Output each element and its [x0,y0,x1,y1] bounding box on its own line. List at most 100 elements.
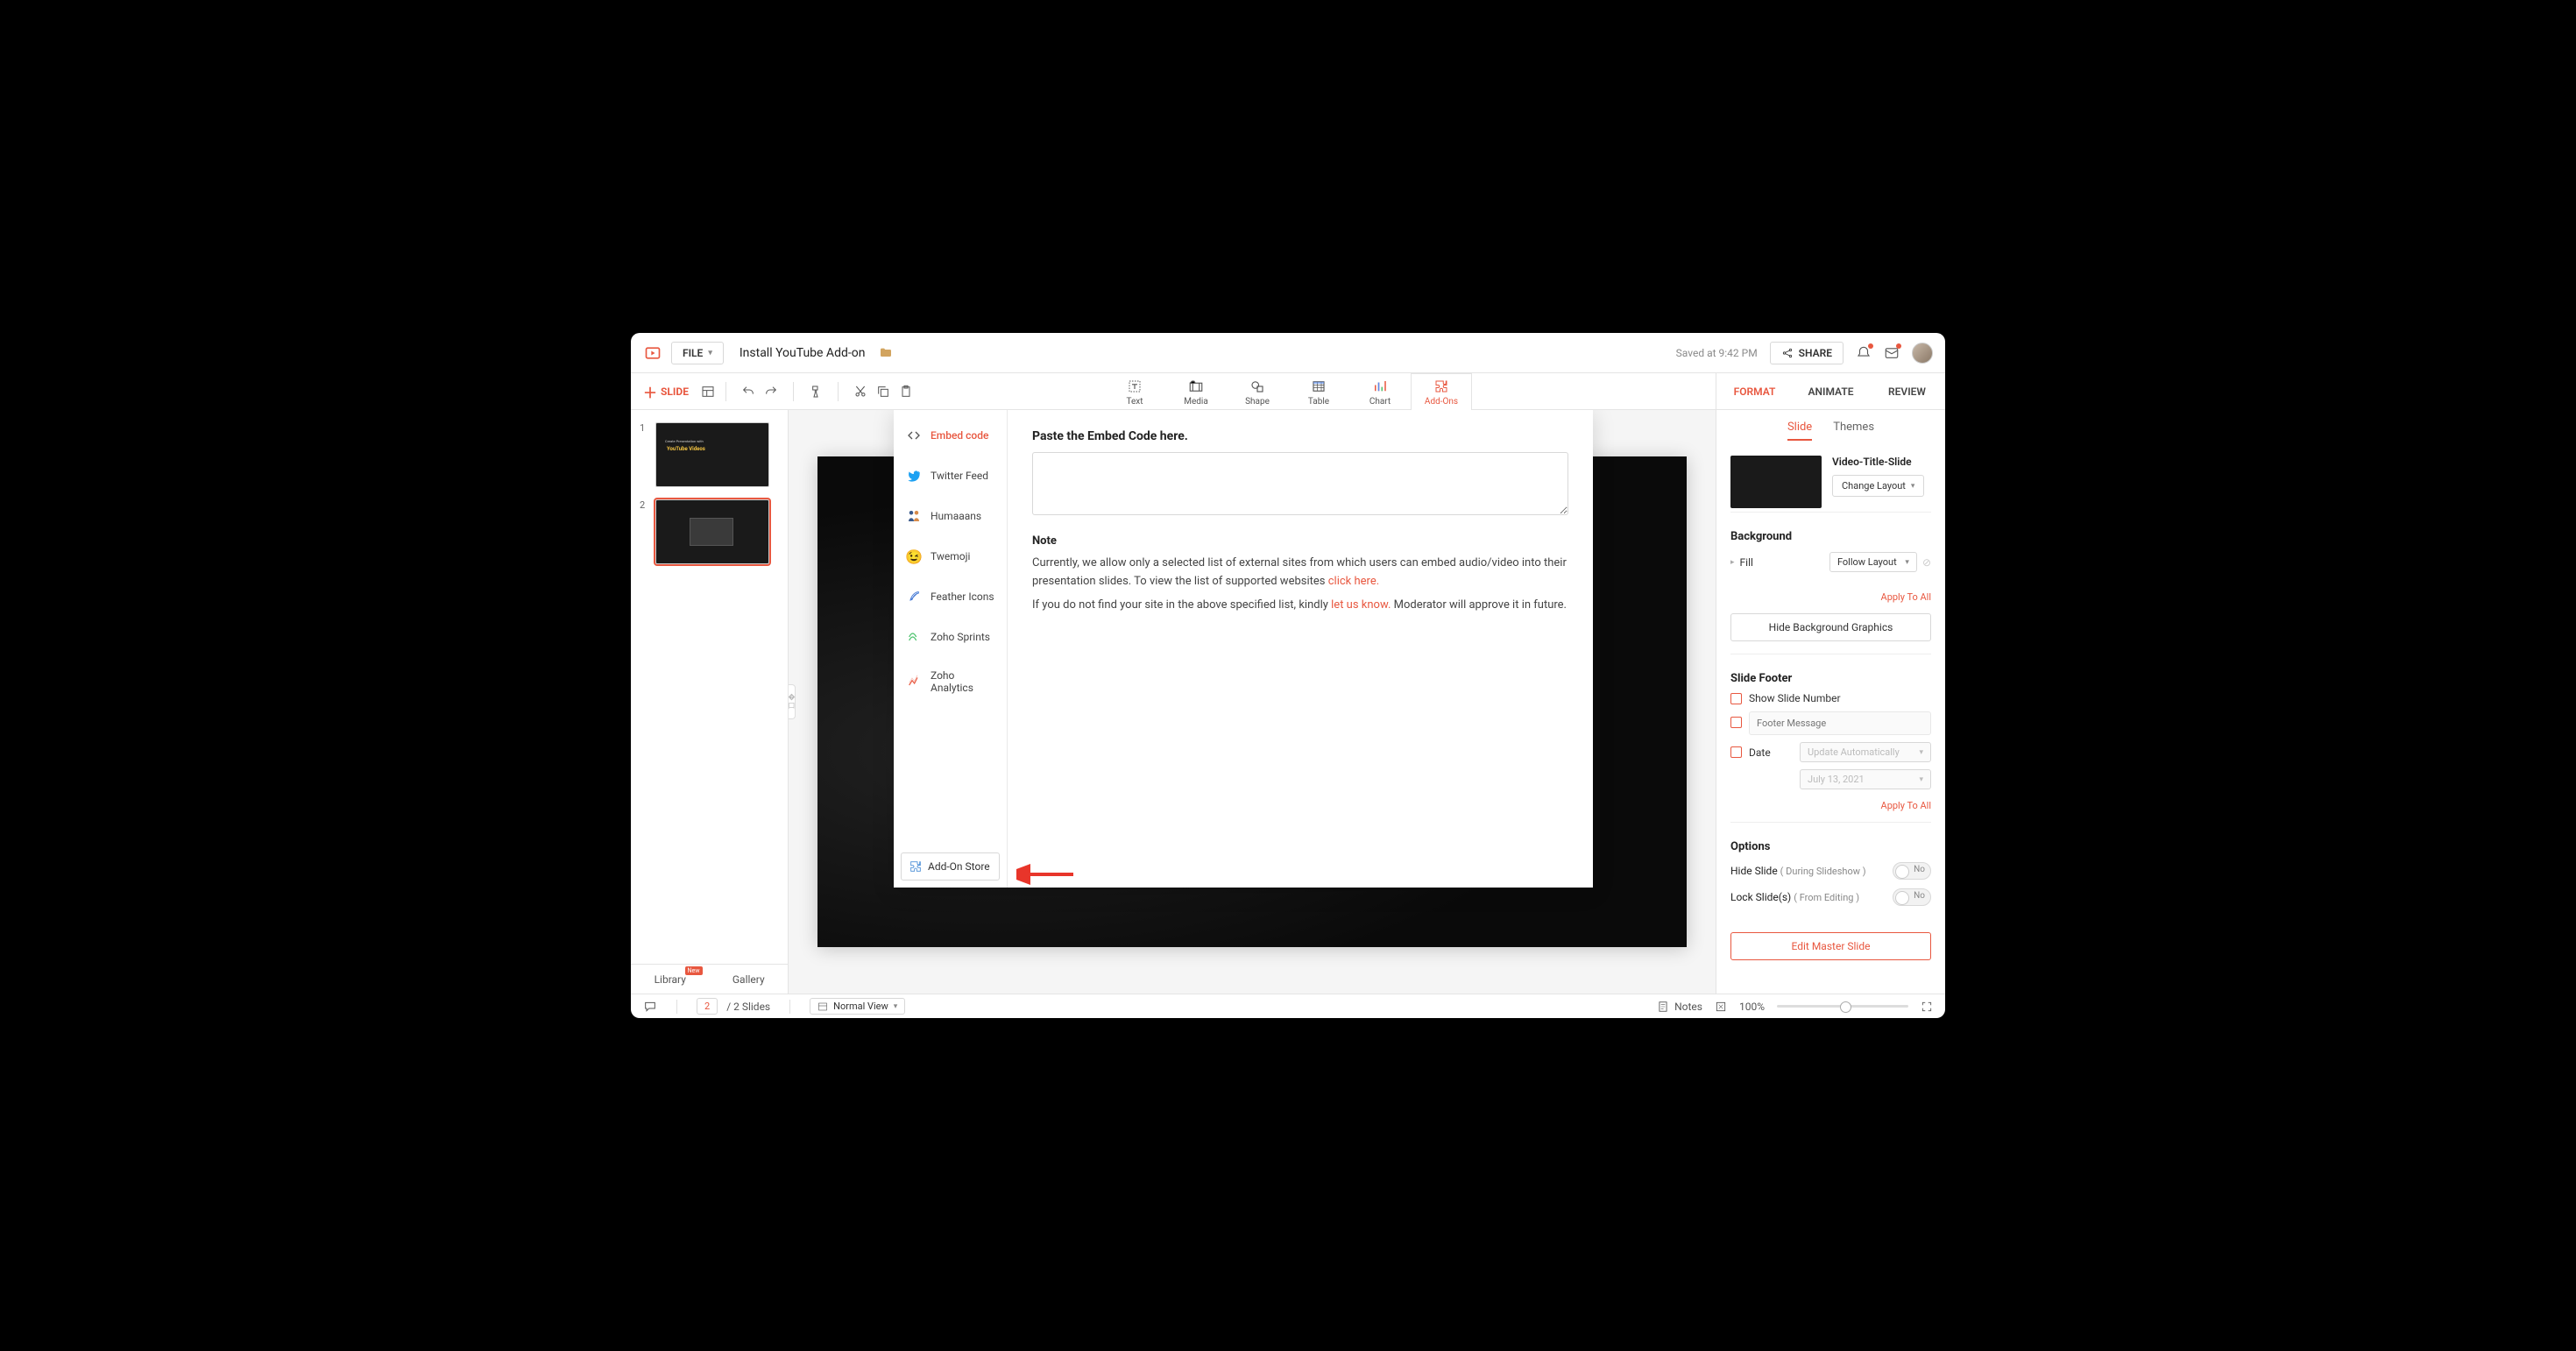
zoho-sprints-icon [906,629,922,645]
chevron-down-icon: ▾ [708,349,712,357]
footer-heading: Slide Footer [1730,672,1931,685]
file-menu-label: FILE [683,347,703,359]
slide-layout-icon[interactable] [701,385,715,399]
addon-item-embed[interactable]: Embed code [894,415,1007,456]
tab-media[interactable]: Media [1165,373,1227,409]
main-area: 1 Create Presentation with YouTube Video… [631,410,1945,994]
tab-text[interactable]: Text [1104,373,1165,409]
note-paragraph-2: If you do not find your site in the abov… [1032,597,1568,615]
notifications-icon[interactable] [1856,345,1872,361]
fullscreen-icon[interactable] [1921,1001,1933,1013]
panel-collapse-handle[interactable]: �口 [789,684,796,719]
humaaans-icon [906,508,922,524]
supported-sites-link[interactable]: click here. [1328,575,1379,588]
addons-panel: Embed code Twitter Feed Humaaans 😉 Twemo… [894,410,1593,888]
status-bar: 2 / 2 Slides Normal View ▾ Notes 100% [631,994,1945,1018]
footer-message-input[interactable] [1749,711,1931,735]
tab-shape[interactable]: Shape [1227,373,1288,409]
background-heading: Background [1730,530,1931,543]
tab-format[interactable]: FORMAT [1716,373,1793,409]
slide-thumb-1[interactable]: 1 Create Presentation with YouTube Video… [631,419,788,496]
zoom-level: 100% [1739,1001,1765,1013]
lock-slide-toggle[interactable] [1893,888,1931,906]
thumb-image: Create Presentation with YouTube Videos [655,422,769,487]
divider [789,1000,790,1014]
app-window: FILE ▾ Install YouTube Add-on Saved at 9… [631,333,1945,1018]
strip-tabs: Library New Gallery [631,964,788,994]
note-heading: Note [1032,534,1568,548]
subtab-themes[interactable]: Themes [1833,421,1874,441]
footer-message-checkbox[interactable] [1730,711,1931,735]
folder-icon[interactable] [879,346,893,360]
divider [793,382,794,401]
cut-icon[interactable] [853,385,867,399]
let-us-know-link[interactable]: let us know. [1331,598,1391,612]
topbar-right: Saved at 9:42 PM SHARE [1676,342,1933,364]
edit-master-slide-button[interactable]: Edit Master Slide [1730,932,1931,960]
apply-to-all-footer-link[interactable]: Apply To All [1716,798,1945,818]
insert-tabs: Text Media Shape Table Chart Add-Ons [1104,373,1472,409]
addon-item-twemoji[interactable]: 😉 Twemoji [894,536,1007,576]
share-icon [1781,347,1794,359]
tab-animate[interactable]: ANIMATE [1793,373,1869,409]
paste-icon[interactable] [899,385,913,399]
slides-list: 1 Create Presentation with YouTube Video… [631,410,788,964]
format-panel: Slide Themes Video-Title-Slide Change La… [1716,410,1945,994]
addon-item-sprints[interactable]: Zoho Sprints [894,617,1007,657]
addon-item-analytics[interactable]: Zoho Analytics [894,657,1007,706]
feather-icon [906,589,922,605]
addon-item-twitter[interactable]: Twitter Feed [894,456,1007,496]
tab-library[interactable]: Library New [631,965,710,994]
chevron-down-icon: ▾ [1905,558,1909,567]
fit-to-window-icon[interactable] [1715,1001,1727,1013]
show-slide-number-checkbox[interactable]: Show Slide Number [1730,692,1931,704]
addon-store-button[interactable]: Add-On Store [901,852,1000,881]
add-slide-button[interactable]: ＋ SLIDE [643,381,689,402]
tab-addons[interactable]: Add-Ons [1411,373,1472,410]
addons-body: Paste the Embed Code here. Note Currentl… [1008,410,1593,888]
divider [838,382,839,401]
tab-review[interactable]: REVIEW [1869,373,1945,409]
document-title[interactable]: Install YouTube Add-on [740,346,866,360]
user-avatar[interactable] [1912,343,1933,364]
file-menu[interactable]: FILE ▾ [671,342,724,364]
comments-icon[interactable] [643,1000,657,1014]
apply-to-all-link[interactable]: Apply To All [1716,590,1945,610]
remove-fill-icon[interactable]: ⊘ [1922,556,1931,569]
inbox-icon[interactable] [1884,345,1900,361]
addon-item-feather[interactable]: Feather Icons [894,576,1007,617]
hide-background-graphics-button[interactable]: Hide Background Graphics [1730,613,1931,641]
tab-gallery[interactable]: Gallery [710,965,789,994]
notes-toggle[interactable]: Notes [1657,1001,1702,1013]
copy-icon[interactable] [876,385,890,399]
addon-item-humaaans[interactable]: Humaaans [894,496,1007,536]
thumb-image [655,499,769,564]
zoho-analytics-icon [906,674,922,690]
embed-code-input[interactable] [1032,452,1568,515]
saved-status: Saved at 9:42 PM [1676,347,1758,359]
share-button[interactable]: SHARE [1770,342,1844,364]
fill-select[interactable]: Follow Layout ▾ [1829,552,1917,572]
hide-slide-toggle[interactable] [1893,862,1931,880]
slide-name-label: Video-Title-Slide [1832,456,1931,468]
slide-strip: 1 Create Presentation with YouTube Video… [631,410,789,994]
format-painter-icon[interactable] [809,385,823,399]
tab-chart[interactable]: Chart [1349,373,1411,409]
date-checkbox[interactable]: Date Update Automatically▾ [1730,742,1931,762]
slide-thumb-2[interactable]: 2 [631,496,788,573]
view-mode-select[interactable]: Normal View ▾ [810,998,905,1015]
date-value-select[interactable]: July 13, 2021▾ [1800,769,1931,789]
slide-preview-row: Video-Title-Slide Change Layout ▾ [1716,449,1945,508]
date-mode-select[interactable]: Update Automatically▾ [1800,742,1931,762]
redo-icon[interactable] [764,385,778,399]
current-slide-number[interactable]: 2 [697,998,718,1015]
undo-icon[interactable] [741,385,755,399]
change-layout-button[interactable]: Change Layout ▾ [1832,475,1924,497]
twemoji-icon: 😉 [906,548,922,564]
zoom-slider[interactable] [1777,1005,1908,1008]
add-slide-label: SLIDE [661,385,689,398]
tab-table[interactable]: Table [1288,373,1349,409]
addons-sidebar: Embed code Twitter Feed Humaaans 😉 Twemo… [894,410,1008,888]
topbar: FILE ▾ Install YouTube Add-on Saved at 9… [631,333,1945,373]
subtab-slide[interactable]: Slide [1787,421,1812,441]
